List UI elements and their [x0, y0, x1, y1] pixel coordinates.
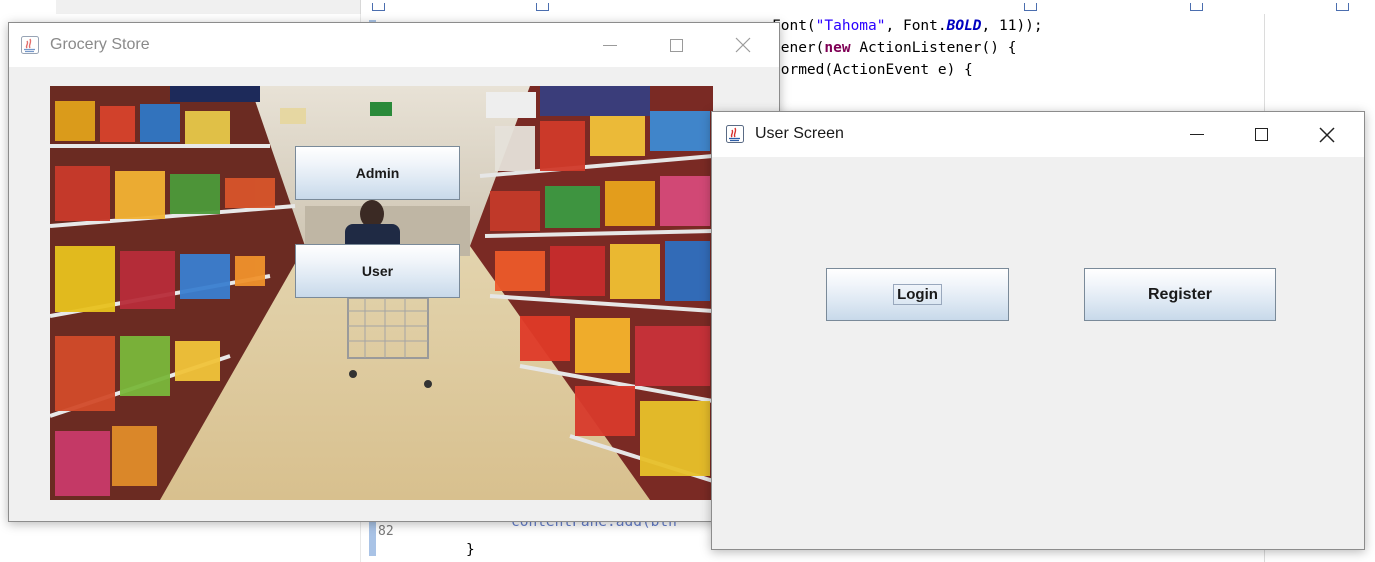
code-line: tener(new ActionListener() {: [772, 40, 1016, 56]
minimize-button[interactable]: [587, 23, 633, 67]
code-token: , Font.: [885, 18, 947, 34]
toolbar-marker-icon: [372, 3, 385, 11]
code-token: , 11));: [981, 18, 1043, 34]
toolbar-marker-icon: [1336, 3, 1349, 11]
close-icon: [735, 37, 751, 53]
grocery-titlebar[interactable]: Grocery Store: [9, 23, 779, 67]
gutter-marker: [369, 528, 376, 542]
code-token: ActionListener() {: [850, 40, 1017, 56]
line-number: 82: [378, 524, 394, 539]
code-brace: }: [466, 542, 475, 558]
code-token: BOLD: [946, 18, 982, 34]
minimize-icon: [603, 44, 617, 46]
gutter-marker: [369, 542, 376, 556]
ide-package-explorer: [0, 520, 358, 562]
user-screen-window: User Screen Login Register: [711, 111, 1365, 550]
close-button[interactable]: [1304, 112, 1350, 157]
user-screen-titlebar[interactable]: User Screen: [712, 112, 1364, 157]
register-button-label: Register: [1147, 285, 1213, 303]
ide-left-tab[interactable]: [56, 0, 361, 14]
grocery-store-window: Grocery Store Admin User: [8, 22, 780, 522]
login-button-label: Login: [893, 284, 942, 305]
window-title: User Screen: [755, 125, 844, 142]
user-button-label: User: [361, 263, 394, 279]
window-title: Grocery Store: [50, 36, 150, 53]
maximize-icon: [1254, 128, 1268, 141]
close-button[interactable]: [720, 23, 766, 67]
register-button[interactable]: Register: [1084, 268, 1276, 321]
maximize-icon: [669, 38, 683, 52]
toolbar-marker-icon: [1190, 3, 1203, 11]
maximize-button[interactable]: [1238, 112, 1284, 157]
code-token: formed(ActionEvent e) {: [772, 62, 973, 78]
toolbar-marker-icon: [1024, 3, 1037, 11]
code-line: formed(ActionEvent e) {: [772, 62, 973, 78]
code-token: "Tahoma": [815, 18, 886, 34]
java-app-icon: [726, 125, 744, 143]
toolbar-marker-icon: [536, 3, 549, 11]
minimize-button[interactable]: [1174, 112, 1220, 157]
admin-button[interactable]: Admin: [295, 146, 460, 200]
close-icon: [1319, 126, 1335, 143]
maximize-button[interactable]: [653, 23, 699, 67]
code-token: new: [824, 40, 851, 56]
ide-toolbar-strip: [0, 0, 1375, 20]
code-line: Font("Tahoma", Font.BOLD, 11));: [772, 18, 1043, 34]
minimize-icon: [1190, 134, 1204, 135]
java-app-icon: [21, 36, 39, 54]
user-button[interactable]: User: [295, 244, 460, 298]
admin-button-label: Admin: [355, 165, 400, 181]
login-button[interactable]: Login: [826, 268, 1009, 321]
